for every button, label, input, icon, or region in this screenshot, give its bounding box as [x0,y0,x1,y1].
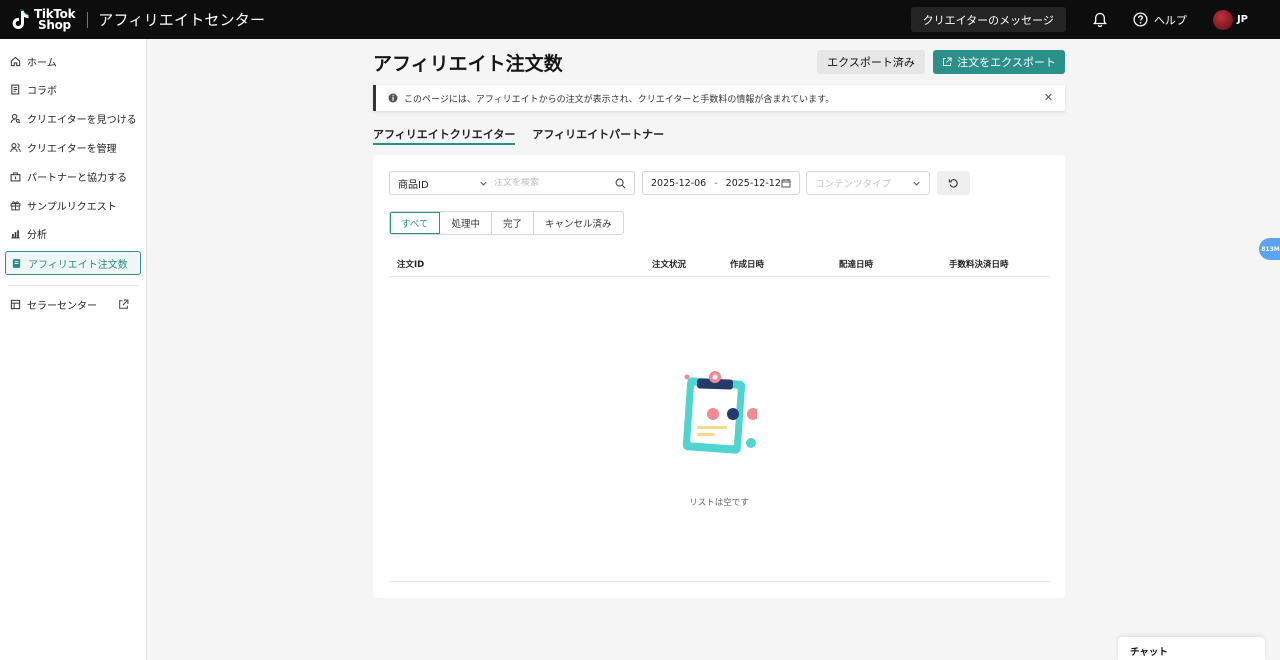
content-type-select[interactable]: コンテンツタイプ [806,171,930,195]
column-header-order-status: 注文状況 [652,260,687,270]
sidebar-item-label: サンプルリクエスト [27,201,117,213]
bell-icon[interactable] [1092,12,1108,28]
calendar-icon [781,179,791,188]
avatar [1212,9,1233,30]
sidebar-item-analytics[interactable]: 分析 [5,221,141,245]
sidebar-item-find-creators[interactable]: クリエイターを見つける [5,106,141,130]
status-tab-completed[interactable]: 完了 [491,212,534,234]
tab-affiliate-creator[interactable]: アフィリエイトクリエイター [373,126,516,145]
date-separator: - [714,177,718,189]
users-icon [10,142,21,152]
sidebar-item-sample-requests[interactable]: サンプルリクエスト [5,193,141,217]
floating-badge[interactable]: 813M [1259,238,1280,260]
close-icon[interactable]: ✕ [1044,91,1053,104]
notice-text: このページには、アフィリエイトからの注文が表示され、クリエイターと手数料の情報が… [404,94,835,105]
sidebar-item-collab[interactable]: コラボ [5,77,141,101]
logo-text: TikTok Shop [34,6,76,32]
column-header-delivered-at: 配達日時 [839,260,874,270]
sidebar-item-label: ホーム [27,57,57,69]
export-orders-label: 注文をエクスポート [957,56,1056,69]
app-title: アフィリエイトセンター [98,11,266,29]
creator-messages-button[interactable]: クリエイターのメッセージ [910,7,1066,32]
chat-panel[interactable]: チャット [1118,637,1265,660]
info-notice: このページには、アフィリエイトからの注文が表示され、クリエイターと手数料の情報が… [373,85,1065,111]
tiktok-shop-logo[interactable]: TikTok Shop [10,0,76,39]
table-header: 注文ID 注文状況 作成日時 配達日時 手数料決済日時 [389,252,1050,277]
help-label: ヘルプ [1153,13,1187,27]
chevron-down-icon [913,181,920,186]
info-icon [388,93,398,103]
status-tab-processing[interactable]: 処理中 [440,212,492,234]
column-header-created-at: 作成日時 [730,260,765,270]
top-bar: TikTok Shop アフィリエイトセンター クリエイターのメッセージ ヘルプ… [0,0,1280,39]
help-icon [1133,12,1148,27]
id-type-value: 商品ID [398,179,429,191]
sidebar-item-affiliate-orders[interactable]: アフィリエイト注文数 [5,251,141,275]
sidebar-item-seller-center[interactable]: セラーセンター [5,292,141,316]
search-icon[interactable] [615,178,626,189]
sidebar: ホーム コラボ クリエイターを見つける クリエイターを管理 パートナーと協力する… [0,39,147,660]
document-icon [11,84,20,94]
sidebar-item-label: クリエイターを管理 [27,143,117,155]
status-tab-all[interactable]: すべて [390,212,441,234]
chevron-down-icon [480,181,487,186]
date-range-picker[interactable]: 2025-12-06 - 2025-12-12 [642,171,800,195]
chart-icon [11,229,20,238]
gift-icon [10,200,21,210]
tiktok-logo-icon [12,9,29,29]
help-button[interactable]: ヘルプ [1133,12,1187,28]
external-link-icon [119,299,129,309]
home-icon [10,56,21,66]
export-icon [943,57,952,66]
page-title: アフィリエイト注文数 [373,53,563,75]
status-filter-tabs: すべて 処理中 完了 キャンセル済み [389,211,624,235]
sidebar-item-label: クリエイターを見つける [27,114,137,126]
sidebar-item-label: セラーセンター [27,300,97,312]
sidebar-item-label: コラボ [27,85,57,97]
refresh-icon [948,178,958,188]
empty-state-text: リストは空です [689,498,749,508]
sidebar-item-home[interactable]: ホーム [5,49,141,73]
id-type-select[interactable]: 商品ID [390,172,494,194]
sidebar-item-partners[interactable]: パートナーと協力する [5,164,141,188]
column-header-order-id: 注文ID [397,260,425,270]
status-tab-cancelled[interactable]: キャンセル済み [534,212,623,234]
date-end: 2025-12-12 [725,177,781,189]
order-icon [12,258,21,268]
account-menu[interactable]: JP [1212,9,1248,30]
export-orders-button[interactable]: 注文をエクスポート [933,50,1065,74]
content-type-placeholder: コンテンツタイプ [815,179,892,190]
user-search-icon [10,113,21,123]
empty-clipboard-icon [682,371,757,454]
sidebar-item-label: アフィリエイト注文数 [28,259,128,271]
tab-affiliate-partner[interactable]: アフィリエイトパートナー [532,126,664,145]
sidebar-item-label: 分析 [27,229,47,241]
store-icon [10,299,21,309]
sidebar-item-label: パートナーと協力する [27,172,127,184]
creator-partner-tabs: アフィリエイトクリエイター アフィリエイトパートナー [373,126,681,146]
reset-button[interactable] [937,171,970,195]
handshake-icon [10,171,21,181]
exported-button[interactable]: エクスポート済み [817,50,925,74]
region-label: JP [1236,14,1248,25]
header-divider [87,11,89,28]
order-search-input[interactable] [494,178,604,188]
column-header-commission-settled-at: 手数料決済日時 [949,260,1009,270]
search-filter: 商品ID [389,171,635,195]
sidebar-divider [8,285,138,286]
sidebar-item-manage-creators[interactable]: クリエイターを管理 [5,135,141,159]
orders-card: 商品ID 2025-12-06 - 2025-12-12 コンテンツタイプ すべ… [373,155,1065,598]
table-footer-divider [389,581,1050,582]
date-start: 2025-12-06 [651,177,707,189]
